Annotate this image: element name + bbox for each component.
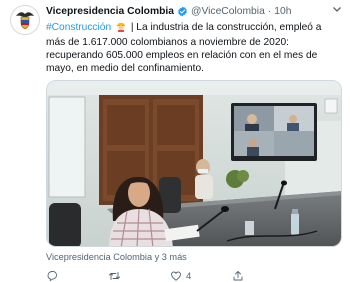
- author-handle[interactable]: @ViceColombia: [191, 6, 265, 17]
- tweet-actions: 4: [46, 270, 342, 282]
- tweet-text: #Construcción | La industria de la const…: [46, 20, 342, 75]
- coat-of-arms-icon: [16, 12, 34, 30]
- like-count: 4: [186, 270, 192, 282]
- verified-badge-icon: [177, 6, 188, 17]
- caret-down-icon[interactable]: [332, 4, 342, 17]
- reply-icon: [47, 271, 57, 281]
- meeting-room-photo: [47, 81, 341, 246]
- hashtag-link[interactable]: #Construcción: [46, 22, 111, 33]
- tweet-time[interactable]: 10h: [274, 6, 291, 17]
- tweet[interactable]: Vicepresidencia Colombia @ViceColombia ·…: [46, 4, 342, 282]
- author-name[interactable]: Vicepresidencia Colombia: [46, 6, 174, 17]
- construction-worker-emoji: [115, 20, 127, 36]
- tweet-header: Vicepresidencia Colombia @ViceColombia ·…: [46, 4, 342, 19]
- media-tag-line[interactable]: Vicepresidencia Colombia y 3 más: [46, 252, 342, 262]
- share-icon: [233, 271, 243, 281]
- tagged-users[interactable]: Vicepresidencia Colombia y 3 más: [46, 252, 187, 262]
- reply-button[interactable]: [46, 270, 108, 282]
- retweet-button[interactable]: [108, 270, 170, 282]
- avatar[interactable]: [10, 5, 40, 35]
- separator-dot: ·: [267, 6, 272, 17]
- like-button[interactable]: 4: [170, 270, 232, 282]
- tweet-body-rest: 1.617.000 colombianos a noviembre de 202…: [46, 37, 318, 74]
- tweet-photo[interactable]: [46, 80, 342, 247]
- share-button[interactable]: [232, 270, 244, 282]
- retweet-icon: [109, 272, 120, 280]
- like-icon: [171, 271, 181, 281]
